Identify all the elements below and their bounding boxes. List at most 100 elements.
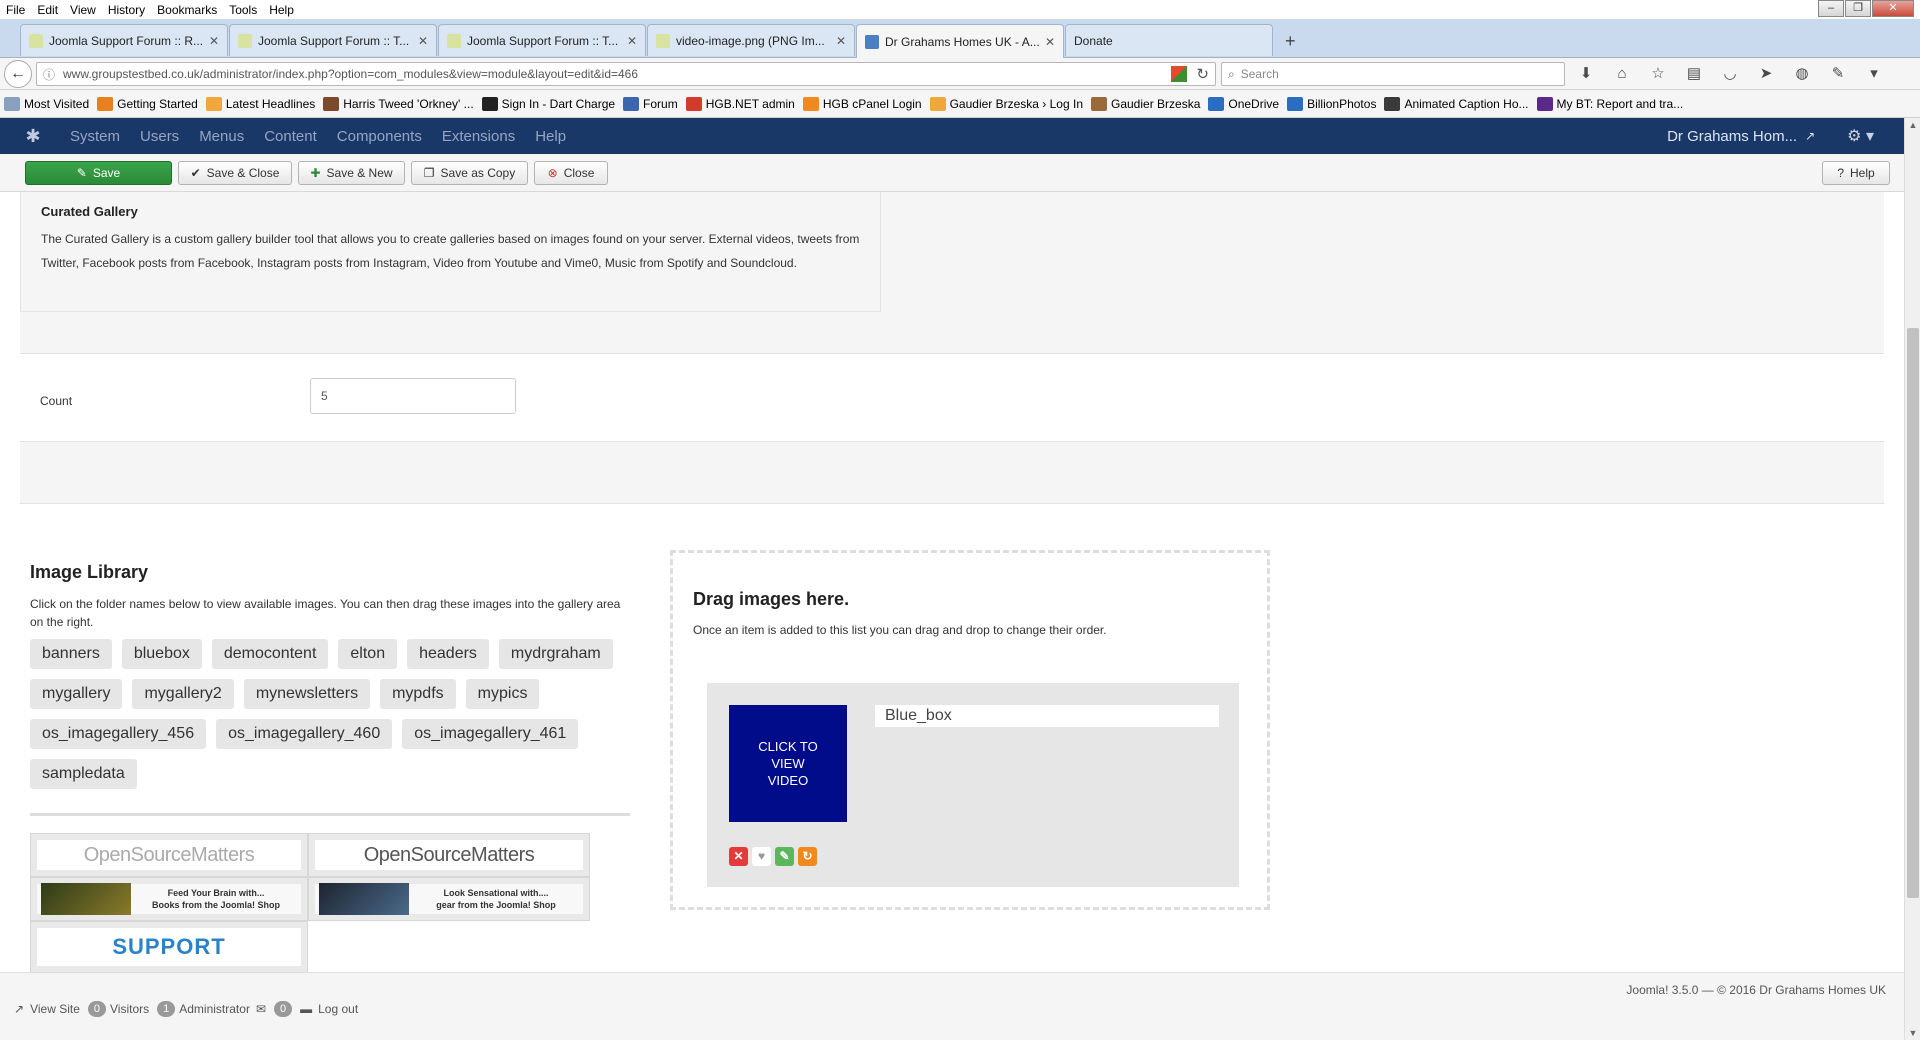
- admin-menu-system[interactable]: System: [60, 128, 130, 145]
- save-new-button[interactable]: ✚ Save & New: [298, 161, 405, 185]
- menu-bookmarks[interactable]: Bookmarks: [151, 3, 223, 17]
- video-thumbnail[interactable]: CLICK TO VIEW VIDEO: [729, 705, 847, 822]
- image-thumbnail[interactable]: OpenSourceMatters: [308, 833, 590, 877]
- send-icon[interactable]: ➤: [1755, 64, 1777, 84]
- admin-menu-extensions[interactable]: Extensions: [432, 128, 525, 145]
- save-button[interactable]: ✎ Save: [25, 161, 172, 185]
- extension-icon[interactable]: ✎: [1827, 64, 1849, 84]
- view-site-link[interactable]: View Site: [30, 1002, 80, 1016]
- bookmark-item[interactable]: Getting Started: [97, 96, 198, 111]
- new-tab-icon[interactable]: +: [1285, 31, 1296, 52]
- addon-icon[interactable]: [1171, 66, 1187, 82]
- url-bar[interactable]: ⓘ www.groupstestbed.co.uk/administrator/…: [36, 62, 1216, 86]
- minimize-icon[interactable]: –: [1818, 0, 1844, 17]
- menu-edit[interactable]: Edit: [31, 3, 64, 17]
- folder-button[interactable]: os_imagegallery_461: [402, 719, 579, 749]
- admin-menu-help[interactable]: Help: [525, 128, 576, 145]
- bookmark-item[interactable]: Animated Caption Ho...: [1384, 96, 1529, 111]
- bookmark-item[interactable]: Most Visited: [4, 96, 89, 111]
- vertical-scrollbar[interactable]: ▲ ▼: [1904, 118, 1920, 1040]
- dropdown-icon[interactable]: ▾: [1863, 64, 1885, 84]
- search-input[interactable]: ⌕ Search: [1221, 62, 1565, 86]
- folder-button[interactable]: bluebox: [121, 639, 202, 669]
- reload-icon[interactable]: ↻: [1196, 65, 1209, 83]
- drop-zone[interactable]: Drag images here. Once an item is added …: [670, 550, 1270, 910]
- bookmark-item[interactable]: OneDrive: [1208, 96, 1279, 111]
- heart-icon[interactable]: ♥: [752, 847, 771, 866]
- admin-menu-users[interactable]: Users: [130, 128, 189, 145]
- menu-history[interactable]: History: [102, 3, 151, 17]
- help-button[interactable]: ? Help: [1822, 161, 1890, 185]
- menu-tools[interactable]: Tools: [223, 3, 263, 17]
- close-window-icon[interactable]: ✕: [1872, 0, 1914, 17]
- tab-close-icon[interactable]: ✕: [418, 34, 428, 48]
- bookmark-star-icon[interactable]: ☆: [1647, 64, 1669, 84]
- gallery-item[interactable]: CLICK TO VIEW VIDEO Blue_box ✕ ♥ ✎ ↻: [707, 683, 1239, 887]
- folder-button[interactable]: mydrgraham: [498, 639, 613, 669]
- reading-list-icon[interactable]: ▤: [1683, 64, 1705, 84]
- bookmark-item[interactable]: BillionPhotos: [1287, 96, 1376, 111]
- bookmark-item[interactable]: Gaudier Brzeska › Log In: [929, 96, 1083, 111]
- folder-button[interactable]: mygallery: [30, 679, 123, 709]
- folder-button[interactable]: banners: [30, 639, 112, 669]
- browser-tab[interactable]: Joomla Support Forum :: T... ✕: [229, 24, 437, 56]
- count-input[interactable]: 5: [310, 378, 516, 414]
- tab-close-icon[interactable]: ✕: [1045, 35, 1055, 49]
- folder-button[interactable]: mypdfs: [380, 679, 456, 709]
- scrollbar-thumb[interactable]: [1907, 328, 1919, 898]
- logout-link[interactable]: Log out: [318, 1002, 358, 1016]
- refresh-icon[interactable]: ↻: [798, 847, 817, 866]
- folder-button[interactable]: mynewsletters: [243, 679, 371, 709]
- browser-tab[interactable]: video-image.png (PNG Im... ✕: [647, 24, 855, 56]
- admin-menu-menus[interactable]: Menus: [189, 128, 254, 145]
- image-thumbnail[interactable]: Feed Your Brain with... Books from the Jo…: [30, 877, 308, 921]
- bookmark-item[interactable]: Forum: [623, 96, 678, 111]
- admin-menu-content[interactable]: Content: [254, 128, 327, 145]
- image-thumbnail[interactable]: SUPPORT: [30, 921, 308, 972]
- folder-button[interactable]: os_imagegallery_460: [216, 719, 393, 749]
- maximize-icon[interactable]: ❐: [1845, 0, 1871, 17]
- image-thumbnail[interactable]: OpenSourceMatters: [30, 833, 308, 877]
- menu-view[interactable]: View: [64, 3, 102, 17]
- back-icon[interactable]: ←: [4, 60, 32, 88]
- browser-tab[interactable]: Donate: [1065, 24, 1273, 56]
- close-button[interactable]: ⊗ Close: [534, 161, 608, 185]
- folder-button[interactable]: headers: [407, 639, 489, 669]
- folder-button[interactable]: mygallery2: [132, 679, 234, 709]
- menu-file[interactable]: File: [0, 3, 31, 17]
- tab-close-icon[interactable]: ✕: [836, 34, 846, 48]
- folder-button[interactable]: elton: [338, 639, 398, 669]
- save-copy-button[interactable]: ❐ Save as Copy: [411, 161, 528, 185]
- bookmark-item[interactable]: Latest Headlines: [205, 96, 315, 111]
- admin-menu-components[interactable]: Components: [327, 128, 432, 145]
- save-close-button[interactable]: ✔ Save & Close: [178, 161, 292, 185]
- site-name-link[interactable]: Dr Grahams Hom...: [1667, 128, 1797, 145]
- bookmark-item[interactable]: Gaudier Brzeska: [1091, 96, 1200, 111]
- chat-icon[interactable]: ◍: [1791, 64, 1813, 84]
- tab-close-icon[interactable]: ✕: [627, 34, 637, 48]
- tab-close-icon[interactable]: ✕: [209, 34, 219, 48]
- delete-icon[interactable]: ✕: [729, 847, 748, 866]
- bookmark-item[interactable]: Harris Tweed 'Orkney' ...: [323, 96, 474, 111]
- scroll-down-icon[interactable]: ▼: [1905, 1028, 1920, 1038]
- pocket-icon[interactable]: ◡: [1719, 64, 1741, 84]
- joomla-logo-icon[interactable]: ✱: [16, 118, 50, 154]
- gear-icon[interactable]: ⚙ ▾: [1847, 126, 1874, 146]
- browser-tab[interactable]: Joomla Support Forum :: T... ✕: [438, 24, 646, 56]
- browser-tab[interactable]: Joomla Support Forum :: R... ✕: [20, 24, 228, 56]
- browser-tab-active[interactable]: Dr Grahams Homes UK - A... ✕: [856, 24, 1064, 58]
- folder-button[interactable]: mypics: [465, 679, 540, 709]
- image-thumbnail[interactable]: Look Sensational with.... gear from the J…: [308, 877, 590, 921]
- item-title-input[interactable]: Blue_box: [875, 705, 1219, 727]
- folder-button[interactable]: os_imagegallery_456: [30, 719, 207, 749]
- bookmark-item[interactable]: Sign In - Dart Charge: [481, 96, 615, 111]
- info-icon[interactable]: ⓘ: [43, 66, 55, 83]
- bookmark-item[interactable]: HGB cPanel Login: [802, 96, 922, 111]
- hamburger-menu-icon[interactable]: ≡: [1913, 64, 1920, 84]
- menu-help[interactable]: Help: [263, 3, 300, 17]
- bookmark-item[interactable]: HGB.NET admin: [685, 96, 795, 111]
- folder-button[interactable]: sampledata: [30, 759, 137, 789]
- folder-button[interactable]: democontent: [211, 639, 329, 669]
- home-icon[interactable]: ⌂: [1611, 64, 1633, 84]
- scroll-up-icon[interactable]: ▲: [1905, 120, 1920, 130]
